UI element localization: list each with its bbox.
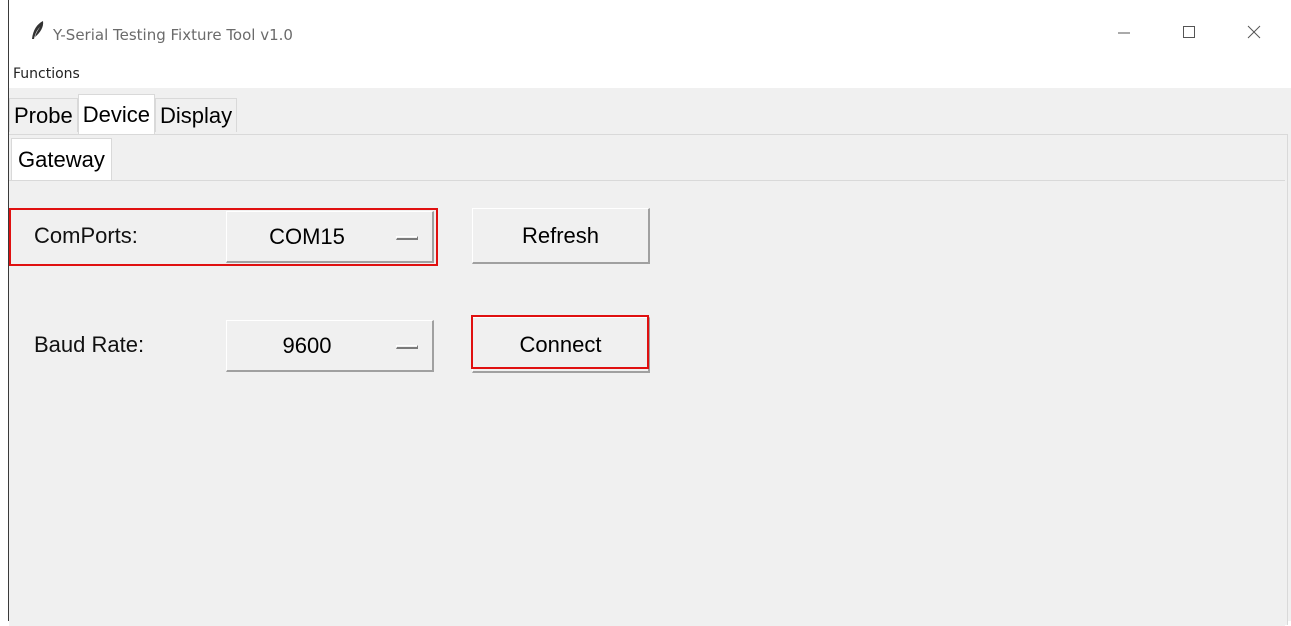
comports-label: ComPorts: xyxy=(34,223,138,248)
main-tabs: Probe Device Display xyxy=(9,94,238,134)
dropdown-indicator-icon xyxy=(396,345,418,349)
tab-device[interactable]: Device xyxy=(77,94,155,134)
refresh-button[interactable]: Refresh xyxy=(472,208,650,264)
maximize-icon xyxy=(1181,24,1197,44)
baud-rate-dropdown[interactable]: 9600 xyxy=(226,320,434,372)
baud-rate-value: 9600 xyxy=(282,332,332,358)
close-icon xyxy=(1246,24,1262,44)
comports-dropdown[interactable]: COM15 xyxy=(226,211,434,263)
minimize-button[interactable] xyxy=(1104,18,1144,50)
window-title: Y-Serial Testing Fixture Tool v1.0 xyxy=(53,26,293,44)
tab-gateway[interactable]: Gateway xyxy=(11,138,112,180)
close-button[interactable] xyxy=(1234,18,1274,50)
maximize-button[interactable] xyxy=(1169,18,1209,50)
tab-display[interactable]: Display xyxy=(154,98,238,132)
baud-rate-label: Baud Rate: xyxy=(34,332,145,357)
gateway-panel: ComPorts: COM15 Refresh Baud Rate: 9600 … xyxy=(9,180,1285,626)
menu-bar: Functions xyxy=(9,60,1291,88)
minimize-icon xyxy=(1116,24,1132,44)
main-content: Probe Device Display Gateway ComPorts: C… xyxy=(9,88,1291,626)
tab-probe[interactable]: Probe xyxy=(9,98,78,132)
dropdown-indicator-icon xyxy=(396,236,418,240)
device-panel: Gateway ComPorts: COM15 Refresh Baud Rat… xyxy=(9,134,1288,626)
comports-value: COM15 xyxy=(269,223,345,249)
title-bar[interactable]: Y-Serial Testing Fixture Tool v1.0 xyxy=(9,0,1291,60)
connect-button[interactable]: Connect xyxy=(472,317,650,373)
menu-functions[interactable]: Functions xyxy=(13,66,80,82)
feather-icon xyxy=(31,20,45,40)
app-window: Y-Serial Testing Fixture Tool v1.0 Funct… xyxy=(8,0,1291,626)
